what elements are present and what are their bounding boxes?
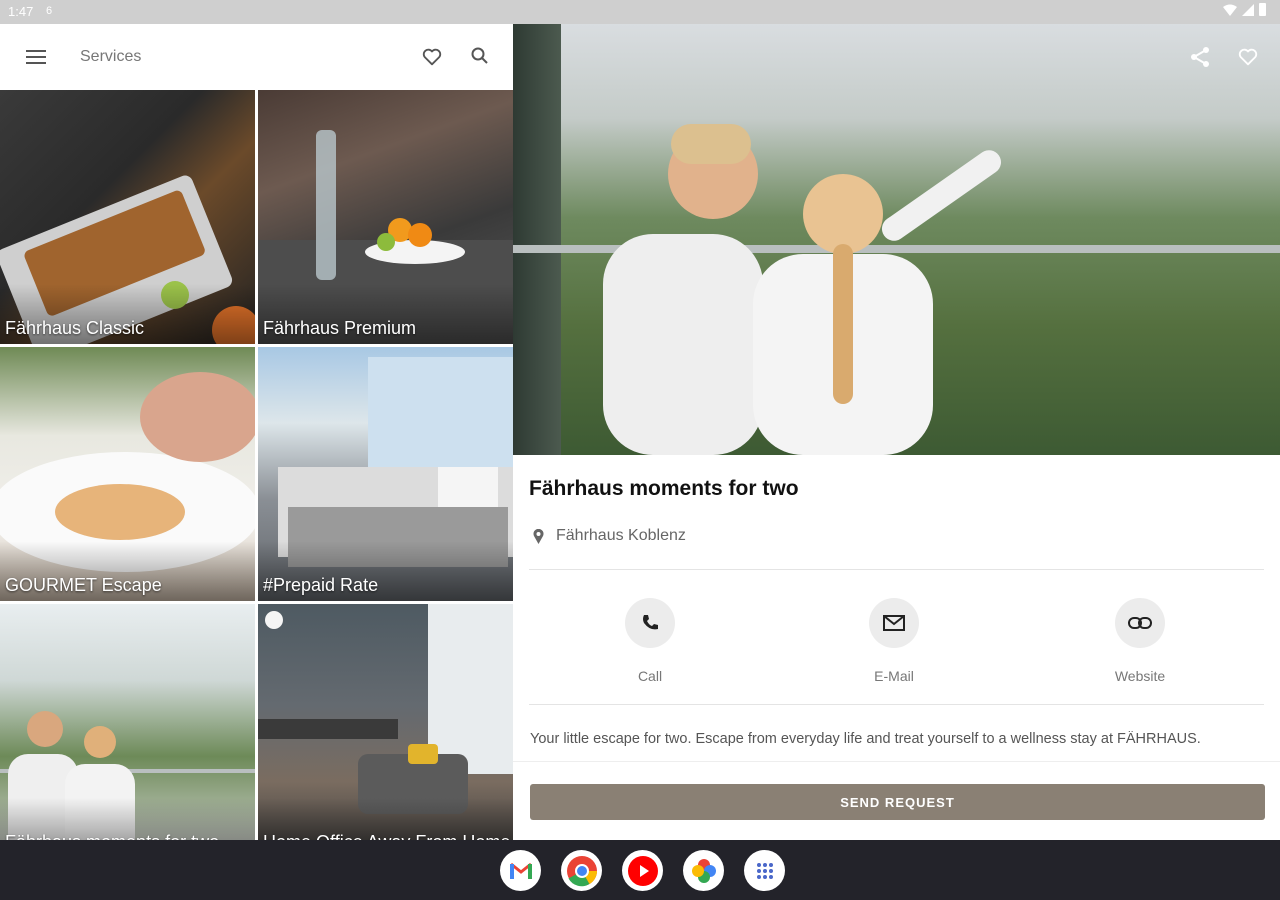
service-detail-pane: Fährhaus moments for two Fährhaus Koblen… — [513, 24, 1280, 840]
tile-label: Fährhaus Premium — [263, 318, 417, 338]
website-button[interactable]: Website — [1080, 598, 1200, 684]
tile-gourmet-escape[interactable]: GOURMET Escape — [0, 347, 255, 601]
hero-image — [513, 24, 1280, 455]
tablet-screen: 1:47 6 Services Fährhaus Classic Fährhau… — [0, 0, 1280, 900]
request-panel: SEND REQUEST — [513, 761, 1280, 840]
app-toolbar: Services — [0, 24, 513, 90]
taskbar — [0, 840, 1280, 900]
tile-prepaid-rate[interactable]: #Prepaid Rate — [258, 347, 513, 601]
search-icon[interactable] — [470, 46, 490, 66]
page-title: Services — [80, 48, 142, 65]
notification-icon: 6 — [46, 5, 53, 17]
detail-title: Fährhaus moments for two — [529, 477, 799, 500]
tile-moments-for-two[interactable]: Fährhaus moments for two — [0, 604, 255, 840]
photos-icon[interactable] — [683, 850, 724, 891]
divider — [529, 704, 1264, 705]
tile-fahrhaus-premium[interactable]: Fährhaus Premium — [258, 90, 513, 344]
tile-label: Home Office Away From Home — [263, 832, 510, 840]
status-time: 1:47 — [8, 4, 34, 19]
website-label: Website — [1114, 668, 1166, 684]
tile-label: #Prepaid Rate — [263, 575, 379, 595]
gmail-icon[interactable] — [500, 850, 541, 891]
app-drawer-icon[interactable] — [744, 850, 785, 891]
location-row: Fährhaus Koblenz — [533, 527, 686, 545]
tile-fahrhaus-classic[interactable]: Fährhaus Classic — [0, 90, 255, 344]
app-dock — [500, 850, 785, 891]
share-icon[interactable] — [1190, 46, 1210, 68]
battery-icon — [1259, 3, 1266, 16]
status-bar: 1:47 6 — [0, 0, 1280, 24]
heart-icon[interactable] — [421, 46, 443, 68]
heart-icon[interactable] — [1237, 46, 1259, 68]
link-icon — [1128, 617, 1152, 629]
email-label: E-Mail — [874, 668, 914, 684]
status-icons — [1223, 3, 1266, 16]
location-pin-icon — [533, 528, 544, 544]
location-text: Fährhaus Koblenz — [556, 527, 686, 544]
tile-label: Fährhaus moments for two — [5, 832, 219, 840]
send-request-button[interactable]: SEND REQUEST — [530, 784, 1265, 820]
tile-home-office[interactable]: Home Office Away From Home — [258, 604, 513, 840]
description-text: Your little escape for two. Escape from … — [530, 731, 1201, 747]
signal-icon — [1242, 3, 1254, 16]
couple-figure — [603, 124, 1001, 455]
wifi-icon — [1223, 4, 1237, 16]
call-button[interactable]: Call — [590, 598, 710, 684]
tile-label: Fährhaus Classic — [5, 318, 145, 338]
youtube-icon[interactable] — [622, 850, 663, 891]
phone-icon — [643, 615, 658, 630]
divider — [529, 569, 1264, 570]
tile-label: GOURMET Escape — [5, 575, 162, 595]
mail-icon — [883, 615, 905, 631]
chrome-icon[interactable] — [561, 850, 602, 891]
services-list-pane: Services Fährhaus Classic Fährhaus Premi… — [0, 24, 513, 840]
email-button[interactable]: E-Mail — [834, 598, 954, 684]
menu-icon[interactable] — [26, 48, 46, 64]
glass-frame — [513, 24, 561, 455]
call-label: Call — [637, 668, 663, 684]
